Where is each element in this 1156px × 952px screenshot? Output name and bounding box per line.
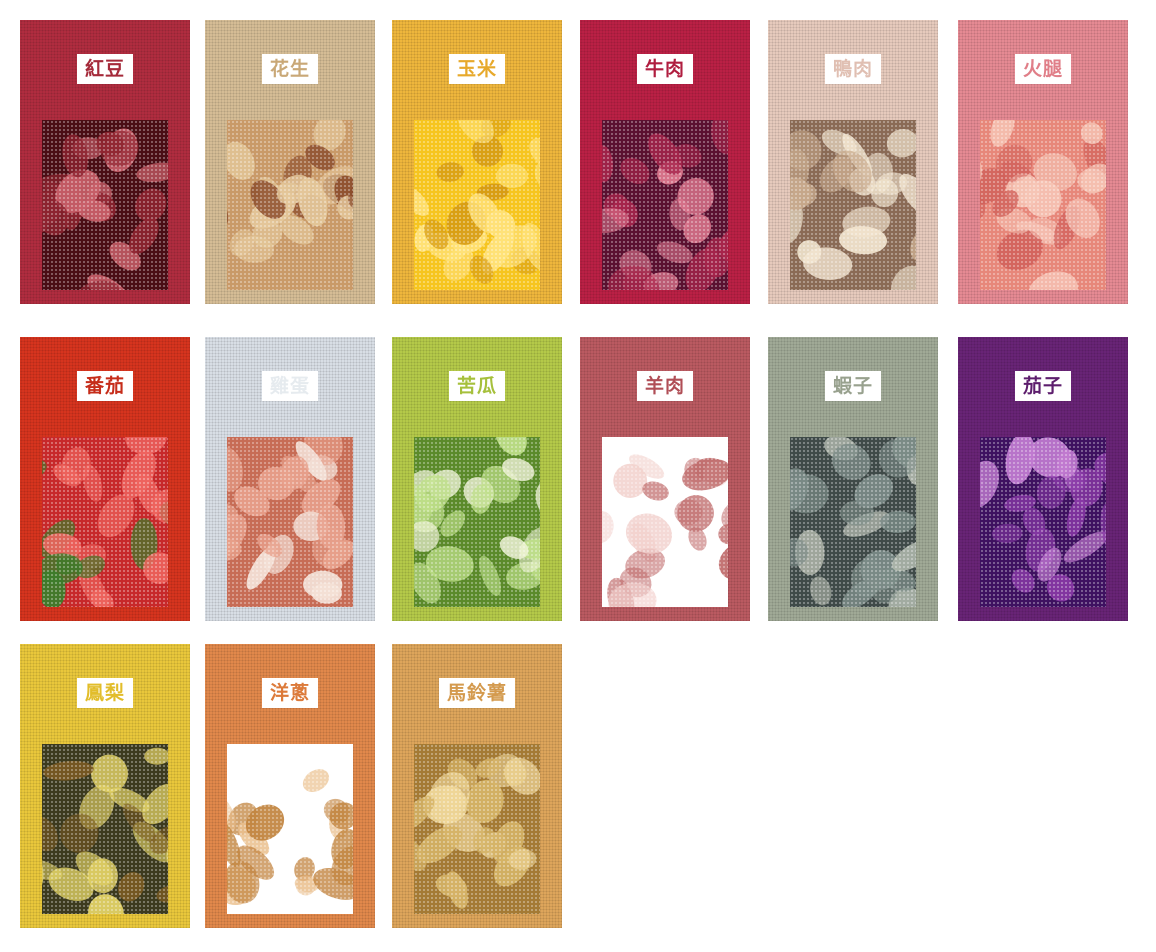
ingredient-card: 紅豆 [20, 20, 190, 304]
ingredient-photo [980, 120, 1106, 290]
ingredient-photo [227, 744, 353, 914]
ingredient-label: 花生 [261, 54, 319, 84]
ingredient-photo [790, 437, 916, 607]
ingredient-card: 火腿 [958, 20, 1128, 304]
ingredient-card: 蝦子 [768, 337, 938, 621]
ingredient-photo [42, 744, 168, 914]
ingredient-photo [42, 437, 168, 607]
ingredient-label: 番茄 [76, 371, 134, 401]
ingredient-card: 花生 [205, 20, 375, 304]
ingredient-photo [414, 744, 540, 914]
ingredient-label: 玉米 [448, 54, 506, 84]
ingredient-label: 洋蔥 [261, 678, 319, 708]
ingredient-photo [227, 437, 353, 607]
ingredient-label: 蝦子 [824, 371, 882, 401]
ingredient-card: 玉米 [392, 20, 562, 304]
ingredient-card: 雞蛋 [205, 337, 375, 621]
ingredient-label: 羊肉 [636, 371, 694, 401]
ingredient-card: 茄子 [958, 337, 1128, 621]
ingredient-photo [602, 437, 728, 607]
ingredient-photo [980, 437, 1106, 607]
ingredient-card: 苦瓜 [392, 337, 562, 621]
ingredient-label: 火腿 [1014, 54, 1072, 84]
ingredient-card: 牛肉 [580, 20, 750, 304]
ingredient-card: 鳳梨 [20, 644, 190, 928]
ingredient-photo [602, 120, 728, 290]
ingredient-photo [227, 120, 353, 290]
ingredient-card: 鴨肉 [768, 20, 938, 304]
ingredient-label: 牛肉 [636, 54, 694, 84]
ingredient-label: 雞蛋 [261, 371, 319, 401]
ingredient-label: 苦瓜 [448, 371, 506, 401]
ingredient-card: 番茄 [20, 337, 190, 621]
ingredient-card: 羊肉 [580, 337, 750, 621]
ingredient-photo [42, 120, 168, 290]
ingredient-grid: 紅豆 花生 玉米 牛肉 鴨肉 火腿番茄 雞蛋 苦瓜 羊肉 蝦子 茄子鳳梨 洋蔥 馬鈴薯 [0, 0, 1156, 952]
ingredient-label: 馬鈴薯 [438, 678, 516, 708]
ingredient-label: 鳳梨 [76, 678, 134, 708]
ingredient-label: 茄子 [1014, 371, 1072, 401]
ingredient-label: 鴨肉 [824, 54, 882, 84]
ingredient-card: 馬鈴薯 [392, 644, 562, 928]
ingredient-label: 紅豆 [76, 54, 134, 84]
ingredient-photo [414, 120, 540, 290]
ingredient-photo [790, 120, 916, 290]
ingredient-photo [414, 437, 540, 607]
ingredient-card: 洋蔥 [205, 644, 375, 928]
